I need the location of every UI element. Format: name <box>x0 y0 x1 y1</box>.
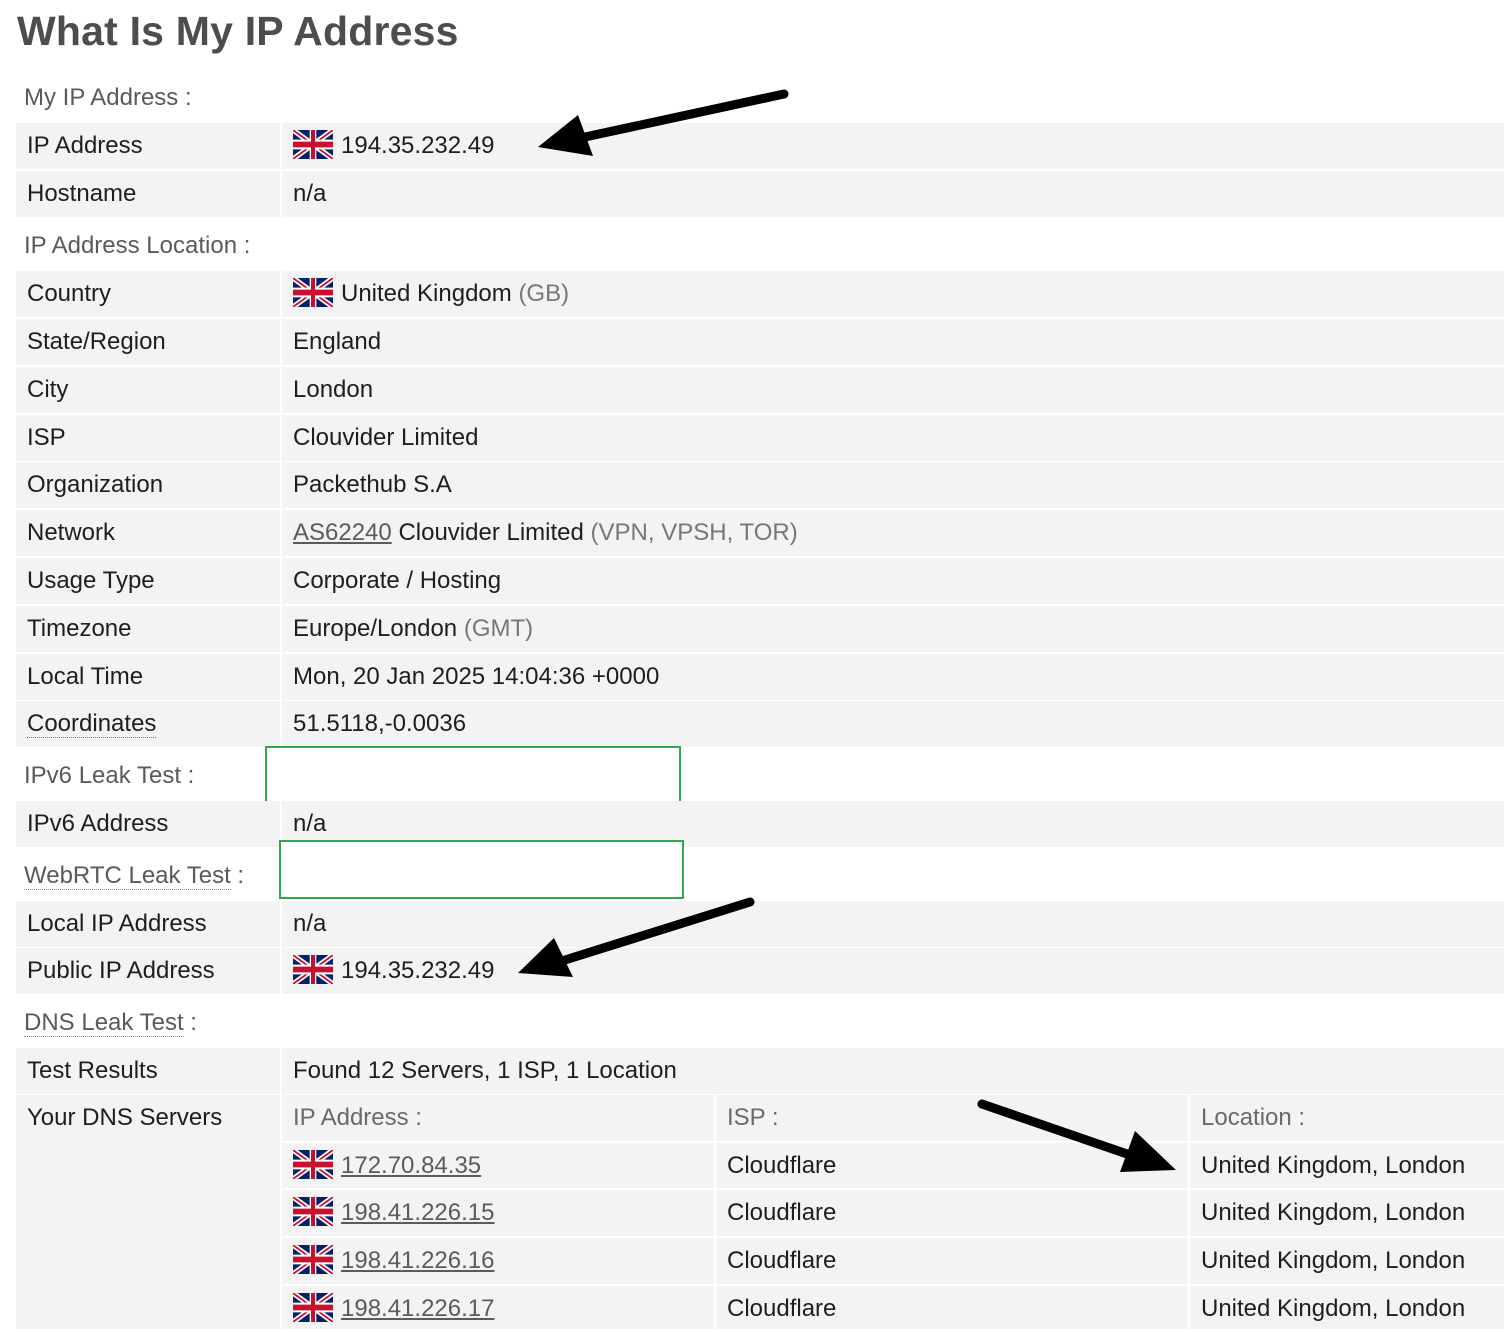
usage-type-value: Corporate / Hosting <box>293 567 502 594</box>
uk-flag-icon <box>293 1197 333 1226</box>
country-value: United Kingdom <box>341 280 512 307</box>
region-value: England <box>293 328 382 355</box>
row-city: City London <box>16 367 1504 413</box>
network-name: Clouvider Limited <box>398 519 584 546</box>
dns-leak-test-link[interactable]: DNS Leak Test <box>24 1009 184 1037</box>
dns-server-row: 172.70.84.35 Cloudflare United Kingdom, … <box>282 1141 1504 1189</box>
country-label: Country <box>27 280 112 307</box>
webrtc-highlight-box <box>279 840 684 899</box>
row-ip-address: IP Address 194.35.232.49 <box>16 123 1504 169</box>
uk-flag-icon <box>293 278 333 307</box>
section-webrtc: WebRTC Leak Test : <box>24 862 245 890</box>
page-title: What Is My IP Address <box>17 8 459 54</box>
local-ip-label: Local IP Address <box>27 910 207 937</box>
dns-server-ip-link[interactable]: 198.41.226.17 <box>341 1295 494 1322</box>
section-dns: DNS Leak Test : <box>24 1009 197 1037</box>
dns-server-ip-link[interactable]: 198.41.226.15 <box>341 1199 494 1226</box>
row-usage-type: Usage Type Corporate / Hosting <box>16 558 1504 604</box>
dns-server-isp: Cloudflare <box>727 1199 837 1226</box>
ip-address-label: IP Address <box>27 132 143 159</box>
timezone-value: Europe/London <box>293 615 458 642</box>
dns-server-ip-link[interactable]: 172.70.84.35 <box>341 1152 481 1179</box>
row-public-ip: Public IP Address 194.35.232.49 <box>16 948 1504 994</box>
test-results-value: Found 12 Servers, 1 ISP, 1 Location <box>293 1057 677 1084</box>
usage-type-label: Usage Type <box>27 567 155 594</box>
dns-server-row: 198.41.226.17 Cloudflare United Kingdom,… <box>282 1284 1504 1332</box>
local-time-value: Mon, 20 Jan 2025 14:04:36 +0000 <box>293 663 660 690</box>
dns-server-isp: Cloudflare <box>727 1152 837 1179</box>
ipv6-address-label: IPv6 Address <box>27 810 169 837</box>
dns-server-isp: Cloudflare <box>727 1247 837 1274</box>
timezone-label: Timezone <box>27 615 132 642</box>
section-location: IP Address Location : <box>24 232 251 259</box>
dns-col-ip-header: IP Address : <box>293 1104 422 1131</box>
dns-server-ip-link[interactable]: 198.41.226.16 <box>341 1247 494 1274</box>
organization-value: Packethub S.A <box>293 471 452 498</box>
isp-value: Clouvider Limited <box>293 424 479 451</box>
dns-server-location: United Kingdom, London <box>1201 1247 1466 1274</box>
section-my-ip: My IP Address : <box>24 84 192 111</box>
network-label: Network <box>27 519 116 546</box>
uk-flag-icon <box>293 130 333 159</box>
row-country: Country United Kingdom (GB) <box>16 271 1504 317</box>
dns-server-isp: Cloudflare <box>727 1295 837 1322</box>
ip-address-value: 194.35.232.49 <box>341 132 495 159</box>
public-ip-value: 194.35.232.49 <box>341 957 495 984</box>
uk-flag-icon <box>293 955 333 984</box>
dns-server-location: United Kingdom, London <box>1201 1295 1466 1322</box>
hostname-value: n/a <box>293 180 327 207</box>
coordinates-value: 51.5118,-0.0036 <box>293 710 467 737</box>
test-results-label: Test Results <box>27 1057 158 1084</box>
coordinates-label[interactable]: Coordinates <box>27 710 157 738</box>
country-code: (GB) <box>518 280 570 307</box>
uk-flag-icon <box>293 1293 333 1322</box>
row-isp: ISP Clouvider Limited <box>16 415 1504 461</box>
organization-label: Organization <box>27 471 164 498</box>
local-time-label: Local Time <box>27 663 144 690</box>
row-local-time: Local Time Mon, 20 Jan 2025 14:04:36 +00… <box>16 654 1504 700</box>
network-tags: (VPN, VPSH, TOR) <box>590 519 798 546</box>
public-ip-label: Public IP Address <box>27 957 215 984</box>
row-coordinates: Coordinates 51.5118,-0.0036 <box>16 701 1504 747</box>
row-state-region: State/Region England <box>16 319 1504 365</box>
dns-server-location: United Kingdom, London <box>1201 1199 1466 1226</box>
region-label: State/Region <box>27 328 166 355</box>
dns-col-location-header: Location : <box>1201 1104 1306 1131</box>
isp-label: ISP <box>27 424 66 451</box>
dns-server-row: 198.41.226.16 Cloudflare United Kingdom,… <box>282 1236 1504 1284</box>
row-organization: Organization Packethub S.A <box>16 462 1504 508</box>
dns-servers-block: Your DNS Servers IP Address : ISP : Loca… <box>16 1095 1504 1329</box>
local-ip-value: n/a <box>293 910 327 937</box>
webrtc-leak-test-link[interactable]: WebRTC Leak Test <box>24 862 231 890</box>
row-network: Network AS62240 Clouvider Limited (VPN, … <box>16 510 1504 556</box>
hostname-label: Hostname <box>27 180 137 207</box>
dns-col-isp-header: ISP : <box>727 1104 779 1131</box>
dns-servers-label: Your DNS Servers <box>27 1104 223 1131</box>
uk-flag-icon <box>293 1245 333 1274</box>
network-asn-link[interactable]: AS62240 <box>293 519 392 546</box>
row-hostname: Hostname n/a <box>16 171 1504 217</box>
timezone-abbr: (GMT) <box>463 615 534 642</box>
section-ipv6: IPv6 Leak Test : <box>24 762 195 789</box>
row-ipv6-address: IPv6 Address n/a <box>16 801 1504 847</box>
dns-table-header: IP Address : ISP : Location : <box>282 1095 1504 1141</box>
dns-server-row: 198.41.226.15 Cloudflare United Kingdom,… <box>282 1188 1504 1236</box>
row-timezone: Timezone Europe/London (GMT) <box>16 606 1504 652</box>
row-local-ip: Local IP Address n/a <box>16 901 1504 947</box>
uk-flag-icon <box>293 1150 333 1179</box>
dns-server-location: United Kingdom, London <box>1201 1152 1466 1179</box>
city-value: London <box>293 376 374 403</box>
city-label: City <box>27 376 69 403</box>
row-test-results: Test Results Found 12 Servers, 1 ISP, 1 … <box>16 1048 1504 1094</box>
ipv6-highlight-box <box>265 746 681 803</box>
